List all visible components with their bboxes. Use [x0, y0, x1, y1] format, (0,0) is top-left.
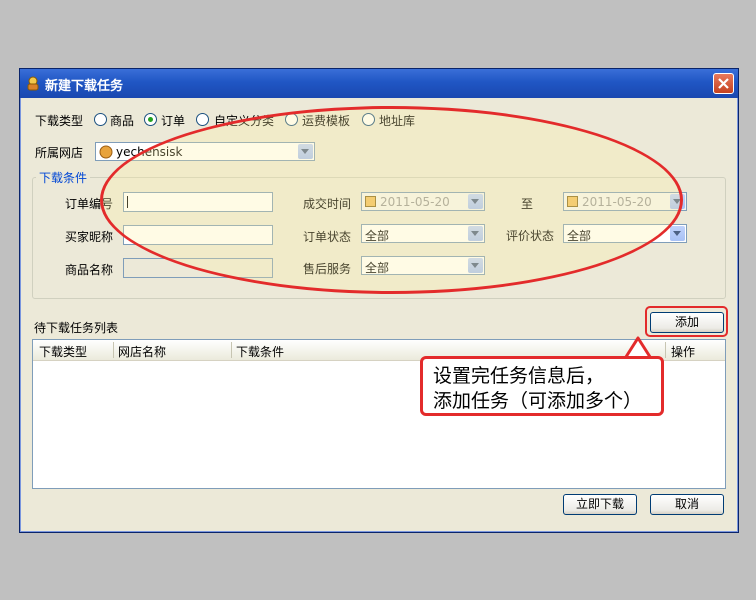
rating-status-select[interactable]: 全部 [563, 224, 687, 243]
radio-order-label[interactable]: 订单 [161, 112, 185, 129]
close-icon [718, 78, 729, 89]
chevron-down-icon[interactable] [670, 226, 685, 241]
window-title: 新建下载任务 [45, 79, 124, 94]
radio-product[interactable] [94, 113, 107, 126]
product-name-label: 商品名称 [65, 263, 114, 277]
after-sale-value: 全部 [365, 261, 390, 275]
radio-address-book[interactable] [362, 113, 375, 126]
radio-order[interactable] [144, 113, 157, 126]
download-now-button[interactable]: 立即下载 [563, 494, 637, 515]
product-name-input[interactable] [123, 258, 273, 278]
task-list-label: 待下载任务列表 [34, 321, 119, 335]
annotation-line-2: 添加任务（可添加多个） [433, 390, 643, 412]
chevron-down-icon[interactable] [468, 194, 483, 209]
conditions-legend: 下载条件 [36, 169, 91, 186]
chevron-down-icon[interactable] [468, 258, 483, 273]
deal-time-to-value: 2011-05-20 [582, 195, 652, 209]
text-caret [127, 196, 128, 208]
buyer-nick-input[interactable] [123, 225, 273, 245]
app-icon [27, 76, 39, 91]
rating-status-label: 评价状态 [506, 229, 555, 243]
download-type-label: 下载类型 [35, 114, 84, 128]
after-sale-select[interactable]: 全部 [361, 256, 485, 275]
chevron-down-icon[interactable] [670, 194, 685, 209]
order-status-label: 订单状态 [303, 230, 352, 244]
shop-label: 所属网店 [35, 146, 84, 160]
radio-shipping-template[interactable] [285, 113, 298, 126]
order-status-value: 全部 [365, 229, 390, 243]
radio-address-book-label[interactable]: 地址库 [379, 112, 415, 129]
deal-time-from-picker[interactable]: 2011-05-20 [361, 192, 485, 211]
radio-custom-category-label[interactable]: 自定义分类 [214, 112, 274, 129]
chevron-down-icon[interactable] [298, 144, 313, 159]
order-status-select[interactable]: 全部 [361, 224, 485, 243]
date-checkbox[interactable] [365, 196, 376, 207]
date-checkbox[interactable] [567, 196, 578, 207]
to-label: 至 [521, 197, 534, 211]
close-button[interactable] [713, 73, 734, 94]
chevron-down-icon[interactable] [468, 226, 483, 241]
order-no-label: 订单编号 [65, 197, 114, 211]
radio-shipping-template-label[interactable]: 运费模板 [302, 112, 350, 129]
column-actions[interactable]: 操作 [671, 343, 695, 360]
deal-time-from-value: 2011-05-20 [380, 195, 450, 209]
shop-select[interactable]: yechensisk [95, 142, 315, 161]
deal-time-label: 成交时间 [303, 197, 352, 211]
after-sale-label: 售后服务 [303, 262, 352, 276]
add-button[interactable]: 添加 [650, 312, 724, 333]
cancel-button[interactable]: 取消 [650, 494, 724, 515]
shop-icon [99, 145, 113, 159]
buyer-nick-label: 买家昵称 [65, 230, 114, 244]
column-download-conditions[interactable]: 下载条件 [236, 343, 284, 360]
shop-value: yechensisk [116, 145, 183, 159]
column-download-type[interactable]: 下载类型 [39, 343, 87, 360]
new-download-task-dialog: 新建下载任务 下载类型 商品 订单 自定义分类 运费模板 地址库 所属网店 ye… [19, 68, 739, 533]
annotation-line-1: 设置完任务信息后， [433, 365, 605, 387]
title-bar[interactable]: 新建下载任务 [20, 69, 738, 98]
radio-custom-category[interactable] [196, 113, 209, 126]
order-no-input[interactable] [123, 192, 273, 212]
rating-status-value: 全部 [567, 229, 592, 243]
radio-product-label[interactable]: 商品 [110, 112, 134, 129]
annotation-callout: 设置完任务信息后， 添加任务（可添加多个） [420, 356, 664, 416]
deal-time-to-picker[interactable]: 2011-05-20 [563, 192, 687, 211]
column-shop-name[interactable]: 网店名称 [118, 343, 166, 360]
